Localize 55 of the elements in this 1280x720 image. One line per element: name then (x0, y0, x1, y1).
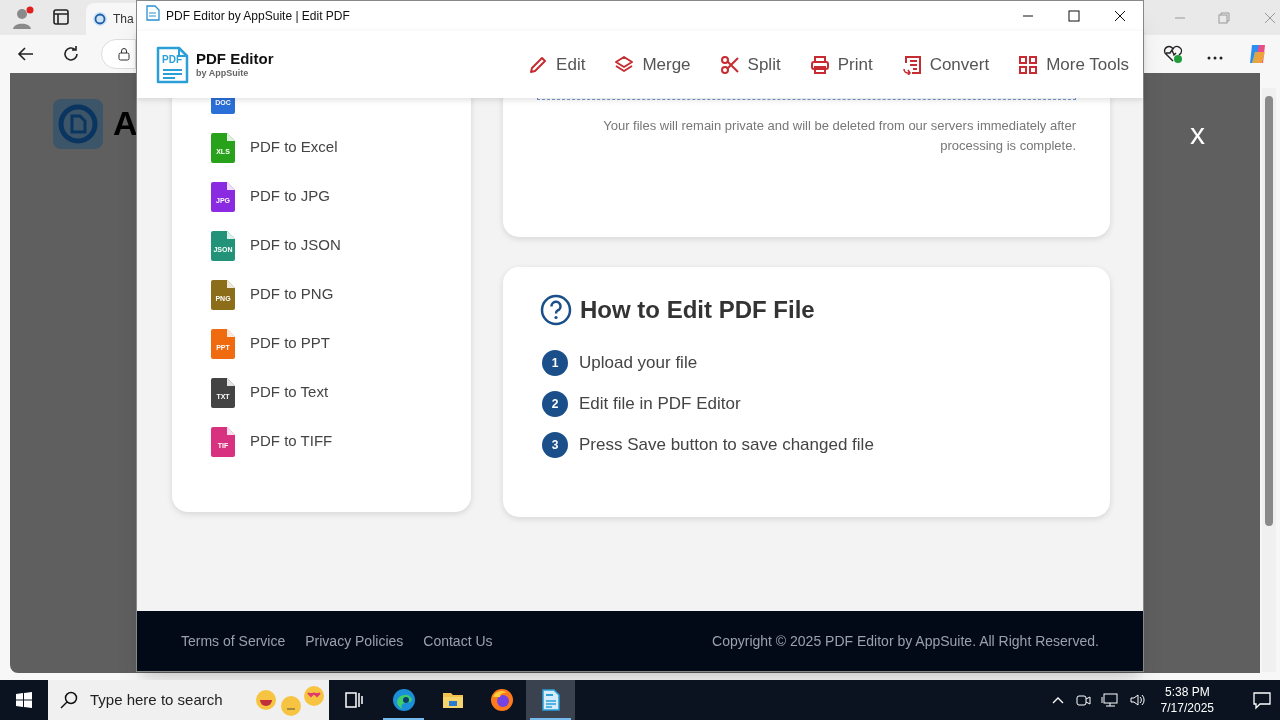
back-icon (17, 45, 35, 63)
step-text: Press Save button to save changed file (579, 433, 874, 456)
printer-icon (809, 54, 830, 75)
howto-title: How to Edit PDF File (580, 295, 815, 325)
document-icon (901, 54, 922, 75)
grid-icon (1018, 54, 1039, 75)
nav-link[interactable]: More Tools (1018, 51, 1129, 78)
step-text: Edit file in PDF Editor (579, 392, 741, 415)
footer-link[interactable]: Contact Us (423, 630, 493, 652)
network-icon[interactable] (1100, 692, 1119, 708)
tab-actions-icon (52, 8, 70, 26)
firefox-icon (489, 688, 514, 712)
window-title: PDF Editor by AppSuite | Edit PDF (166, 8, 350, 25)
footer-link[interactable]: Terms of Service (181, 630, 286, 652)
close-icon (1264, 11, 1276, 24)
pencil-icon (528, 54, 549, 75)
restore-icon (1218, 11, 1230, 24)
step-text: Upload your file (579, 351, 698, 374)
refresh-icon (62, 45, 80, 63)
footer-link[interactable]: Privacy Policies (305, 630, 404, 652)
app-icon (146, 5, 160, 21)
meet-icon[interactable] (1074, 692, 1091, 708)
layers-icon (614, 54, 635, 75)
browser-icon (391, 688, 416, 712)
clock[interactable]: 5:38 PM 7/17/2025 (1156, 684, 1218, 716)
site-icon (92, 11, 108, 27)
step-number: 3 (542, 431, 568, 458)
privacy-note: Your files will remain private and will be deleted from our servers immediately after processing is complete. (602, 117, 1076, 155)
taskbar-app[interactable] (526, 680, 575, 720)
overlay-close-button[interactable]: x (1190, 119, 1205, 149)
nav-link[interactable]: Print (809, 51, 873, 78)
close-icon (1114, 10, 1126, 22)
volume-icon[interactable] (1128, 692, 1147, 708)
copyright-text: Copyright © 2025 PDF Editor by AppSuite. All Right Reserved. (712, 631, 1099, 651)
profile-icon (10, 5, 36, 31)
browser-tab[interactable]: Tha (86, 3, 136, 35)
step-number: 2 (542, 390, 568, 417)
health-icon[interactable] (1162, 43, 1184, 65)
nav-link[interactable]: Merge (614, 51, 691, 78)
search-icon (60, 691, 78, 709)
address-bar[interactable] (101, 39, 136, 69)
step-number: 1 (542, 349, 568, 376)
notification-icon[interactable] (1252, 690, 1272, 710)
lock-icon (118, 47, 130, 61)
nav-link[interactable]: Split (719, 51, 781, 78)
help-icon (540, 294, 572, 326)
site-logo-icon (53, 98, 103, 149)
nav-link[interactable]: Edit (528, 51, 586, 78)
windows-logo-icon (16, 692, 32, 708)
nav-link[interactable]: Convert (901, 51, 990, 78)
site-title: A (113, 103, 138, 144)
maximize-icon (1068, 10, 1080, 22)
scrollbar[interactable] (1262, 88, 1276, 672)
search-field[interactable]: Type here to search (48, 680, 329, 720)
scissors-icon (719, 54, 740, 75)
